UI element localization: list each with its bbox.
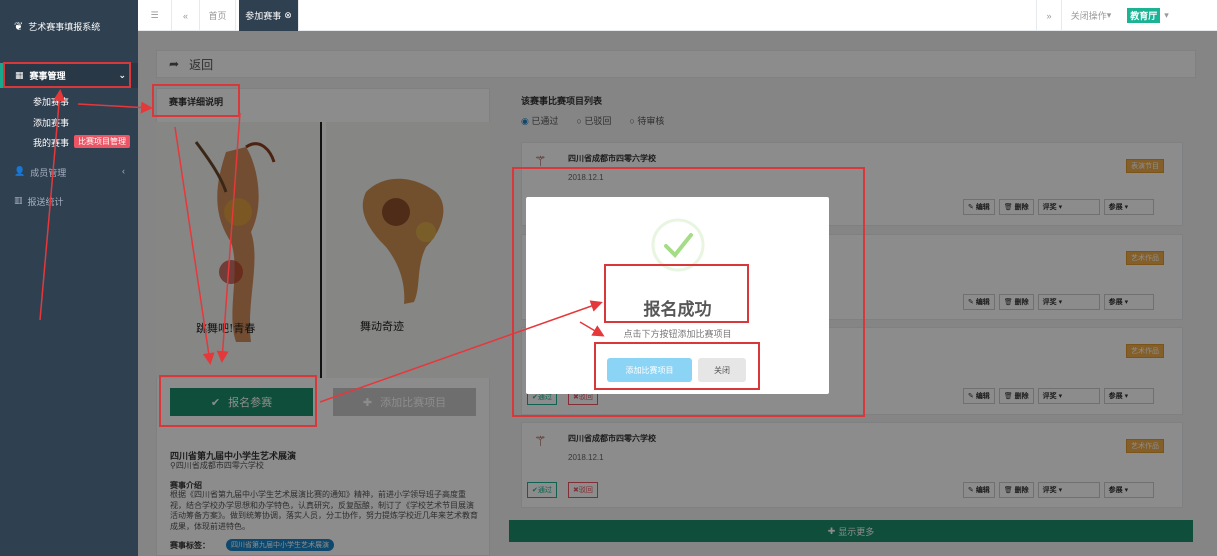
tab-home[interactable]: 首页 [200, 0, 236, 31]
user-name: 教育厅 [1127, 8, 1161, 23]
close-ops-dropdown[interactable]: 关闭操作 ▾ [1066, 0, 1116, 31]
close-icon[interactable]: ⊗ [284, 10, 292, 21]
sidebar-subitem-add[interactable]: 添加赛事 [33, 116, 69, 129]
sidebar-item-label: 成员管理 [30, 168, 67, 178]
sidebar-subitem-mine[interactable]: 我的赛事 [33, 136, 69, 149]
user-icon: 👤 [14, 166, 26, 176]
tab-forward-icon[interactable]: » [1036, 0, 1062, 31]
annotation-box-section [152, 84, 240, 117]
sidebar-item-stats[interactable]: ▥ 报送统计 [14, 195, 64, 208]
tab-back-icon[interactable]: « [172, 0, 200, 31]
annotation-box-title [604, 264, 749, 323]
sidebar-item-label: 报送统计 [27, 197, 64, 207]
bar-chart-icon: ▥ [14, 195, 23, 205]
annotation-badge: 比赛项目管理 [74, 135, 130, 148]
chevron-left-icon: ‹ [122, 166, 125, 176]
app-name: 艺术赛事填报系统 [28, 22, 101, 32]
sidebar-subitem-join[interactable]: 参加赛事 [33, 95, 69, 108]
sidebar-item-members[interactable]: 👤 成员管理 ‹ [14, 166, 125, 179]
annotation-box-register [159, 375, 317, 427]
menu-toggle-icon[interactable]: ☰ [138, 0, 172, 31]
tab-label: 参加赛事 [245, 11, 282, 21]
leaf-icon: ❦ [14, 21, 24, 33]
annotation-box-menu [3, 62, 131, 88]
app-logo: ❦ 艺术赛事填报系统 [14, 20, 100, 33]
topbar: ☰ « 首页 参加赛事 ⊗ » 关闭操作 ▾ 教育厅 ▾ [138, 0, 1217, 31]
user-menu[interactable]: 教育厅 ▾ [1117, 0, 1179, 31]
tab-join-event[interactable]: 参加赛事 ⊗ [239, 0, 299, 31]
close-ops-label: 关闭操作 [1070, 11, 1107, 21]
annotation-box-buttons [594, 342, 760, 390]
chevron-down-icon: ▾ [1164, 10, 1169, 20]
